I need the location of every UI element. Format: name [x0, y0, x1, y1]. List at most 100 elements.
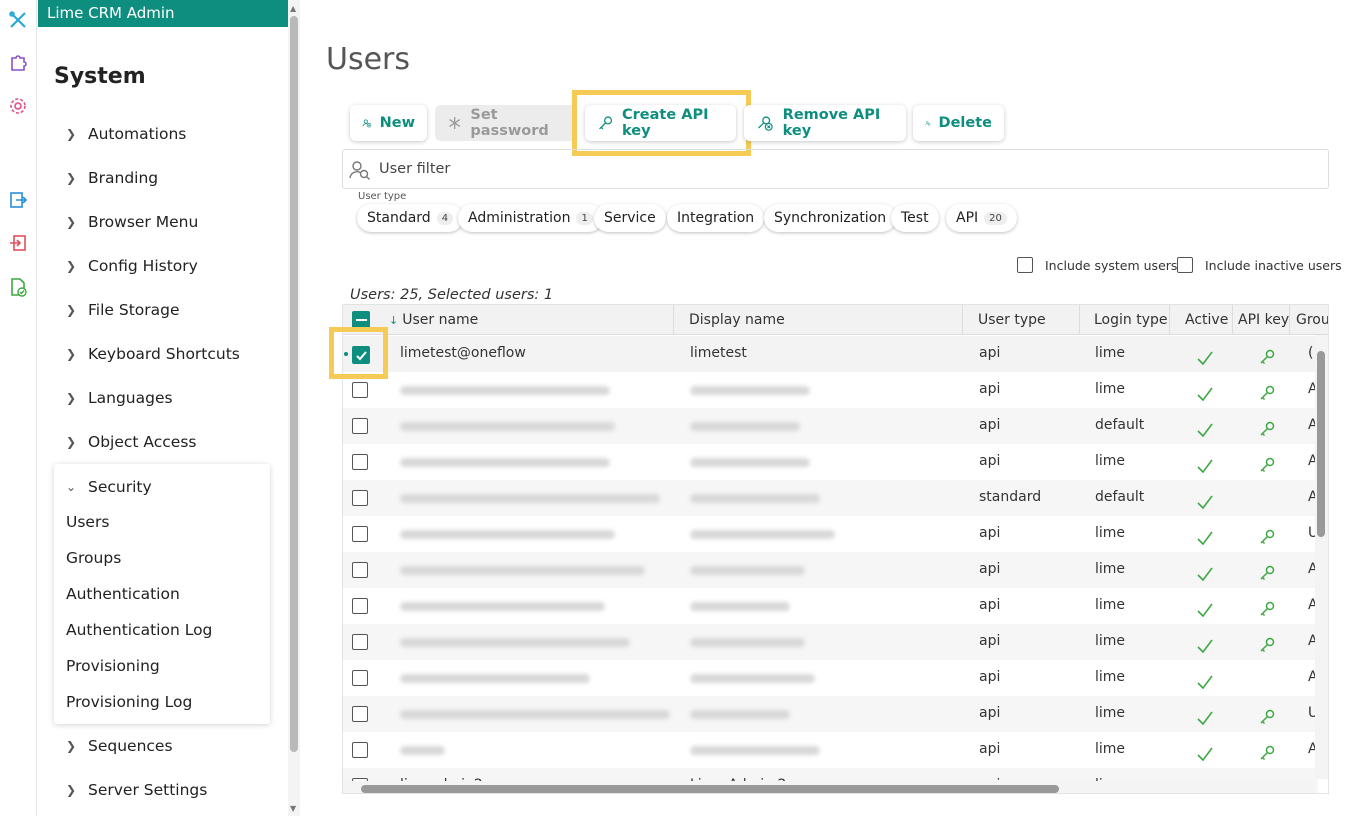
table-row[interactable]: api lime A [343, 660, 1318, 696]
cell-login-type: lime [1095, 381, 1126, 397]
chip-label: Integration [677, 210, 755, 226]
chip-service[interactable]: Service [594, 204, 666, 232]
column-group[interactable]: Grou [1296, 312, 1328, 328]
column-active[interactable]: Active [1185, 312, 1228, 328]
cell-user-type: api [979, 633, 1001, 649]
gear-icon[interactable] [7, 95, 29, 117]
sidebar-item-config-history[interactable]: ❯ Config History [66, 257, 198, 275]
table-row[interactable]: standard default A [343, 480, 1318, 516]
row-checkbox[interactable] [352, 562, 368, 582]
icon-rail [0, 0, 37, 816]
puzzle-icon[interactable] [7, 51, 29, 73]
sidebar-item-languages[interactable]: ❯ Languages [66, 389, 173, 407]
key-icon [1258, 420, 1276, 442]
table-row[interactable]: api default A [343, 408, 1318, 444]
row-checkbox[interactable] [352, 526, 368, 546]
sidebar-item-authentication[interactable]: Authentication [66, 585, 180, 603]
remove-api-key-button[interactable]: Remove API key [744, 105, 906, 141]
sidebar-item-provisioning-log[interactable]: Provisioning Log [66, 693, 192, 711]
chip-label: Standard [367, 210, 431, 226]
column-user-name[interactable]: ↓ User name [389, 312, 478, 328]
import-icon[interactable] [7, 232, 29, 254]
file-check-icon[interactable] [7, 276, 29, 298]
redacted-display-name [690, 566, 805, 575]
redacted-display-name [690, 638, 805, 647]
sidebar-scrollbar-thumb[interactable] [290, 16, 298, 752]
set-password-button[interactable]: Set password [435, 105, 577, 141]
column-login-type[interactable]: Login type [1094, 312, 1168, 328]
sidebar-item-sequences[interactable]: ❯ Sequences [66, 737, 173, 755]
table-row[interactable]: api lime A [343, 732, 1318, 768]
delete-button[interactable]: Delete [913, 105, 1004, 141]
sidebar-item-authentication-log[interactable]: Authentication Log [66, 621, 212, 639]
chevron-right-icon: ❯ [66, 347, 77, 361]
chip-synchronization[interactable]: Synchronization [764, 204, 897, 232]
chevron-right-icon: ❯ [66, 127, 77, 141]
chevron-right-icon: ❯ [66, 171, 77, 185]
chip-administration[interactable]: Administration 1 [458, 204, 603, 232]
table-row[interactable]: api lime A [343, 552, 1318, 588]
tools-icon[interactable] [7, 9, 29, 31]
sidebar-item-label: Object Access [88, 433, 197, 451]
table-vertical-scrollbar-thumb[interactable] [1317, 351, 1325, 537]
table-row[interactable]: api lime A [343, 624, 1318, 660]
row-checkbox[interactable] [352, 418, 368, 438]
check-icon [1196, 566, 1214, 586]
chip-api[interactable]: API 20 [946, 204, 1017, 232]
sidebar-item-groups[interactable]: Groups [66, 549, 121, 567]
sidebar-item-branding[interactable]: ❯ Branding [66, 169, 158, 187]
users-table: ↓ User name Display name User type Login … [342, 304, 1329, 794]
table-row[interactable]: api lime U [343, 696, 1318, 732]
include-inactive-users-checkbox[interactable]: Include inactive users [1177, 257, 1342, 273]
cell-login-type: lime [1095, 669, 1126, 685]
chip-integration[interactable]: Integration [667, 204, 765, 232]
table-row[interactable]: api lime A [343, 444, 1318, 480]
row-checkbox[interactable] [352, 490, 368, 510]
sidebar-item-label: Security [88, 478, 152, 496]
checkbox[interactable] [1017, 257, 1033, 273]
new-button[interactable]: New [350, 105, 427, 141]
row-checkbox[interactable] [352, 742, 368, 762]
sidebar-item-keyboard-shortcuts[interactable]: ❯ Keyboard Shortcuts [66, 345, 240, 363]
row-checkbox[interactable] [352, 598, 368, 618]
chip-test[interactable]: Test [891, 204, 939, 232]
include-system-users-checkbox[interactable]: Include system users [1017, 257, 1177, 273]
user-filter-input[interactable]: User filter [342, 149, 1329, 189]
sidebar-item-label: Automations [88, 125, 187, 143]
column-display-name[interactable]: Display name [689, 312, 785, 328]
remove-api-key-label: Remove API key [782, 107, 881, 139]
sidebar-item-automations[interactable]: ❯ Automations [66, 125, 186, 143]
sidebar-item-browser-menu[interactable]: ❯ Browser Menu [66, 213, 198, 231]
chevron-right-icon: ❯ [66, 739, 77, 753]
sidebar-item-server-settings[interactable]: ❯ Server Settings [66, 781, 207, 799]
sidebar-item-security[interactable]: ⌄ Security [66, 478, 152, 496]
cell-user-type: api [979, 417, 1001, 433]
row-checkbox[interactable] [352, 382, 368, 402]
row-checkbox[interactable] [352, 670, 368, 690]
sidebar-item-provisioning[interactable]: Provisioning [66, 657, 160, 675]
sidebar-item-users[interactable]: Users [66, 513, 109, 531]
chip-label: API [956, 210, 979, 226]
table-row[interactable]: limetest@oneflow limetest api lime ( [343, 336, 1318, 372]
cell-user-type: api [979, 561, 1001, 577]
export-icon[interactable] [7, 189, 29, 211]
table-horizontal-scrollbar-thumb[interactable] [361, 785, 1059, 793]
chip-standard[interactable]: Standard 4 [357, 204, 464, 232]
sidebar-item-object-access[interactable]: ❯ Object Access [66, 433, 196, 451]
redacted-user-name [400, 494, 660, 503]
chevron-right-icon: ❯ [66, 215, 77, 229]
table-row[interactable]: api lime A [343, 372, 1318, 408]
row-checkbox[interactable] [352, 706, 368, 726]
create-api-key-button[interactable]: Create API key [585, 105, 736, 141]
scroll-down-icon[interactable]: ▼ [290, 804, 296, 813]
row-checkbox[interactable] [352, 454, 368, 474]
column-api-key[interactable]: API key [1238, 312, 1289, 328]
cell-user-type: api [979, 669, 1001, 685]
scroll-up-icon[interactable]: ▲ [290, 4, 296, 13]
table-row[interactable]: api lime A [343, 588, 1318, 624]
checkbox[interactable] [1177, 257, 1193, 273]
column-user-type[interactable]: User type [978, 312, 1046, 328]
sidebar-item-file-storage[interactable]: ❯ File Storage [66, 301, 180, 319]
row-checkbox[interactable] [352, 634, 368, 654]
table-row[interactable]: api lime U [343, 516, 1318, 552]
